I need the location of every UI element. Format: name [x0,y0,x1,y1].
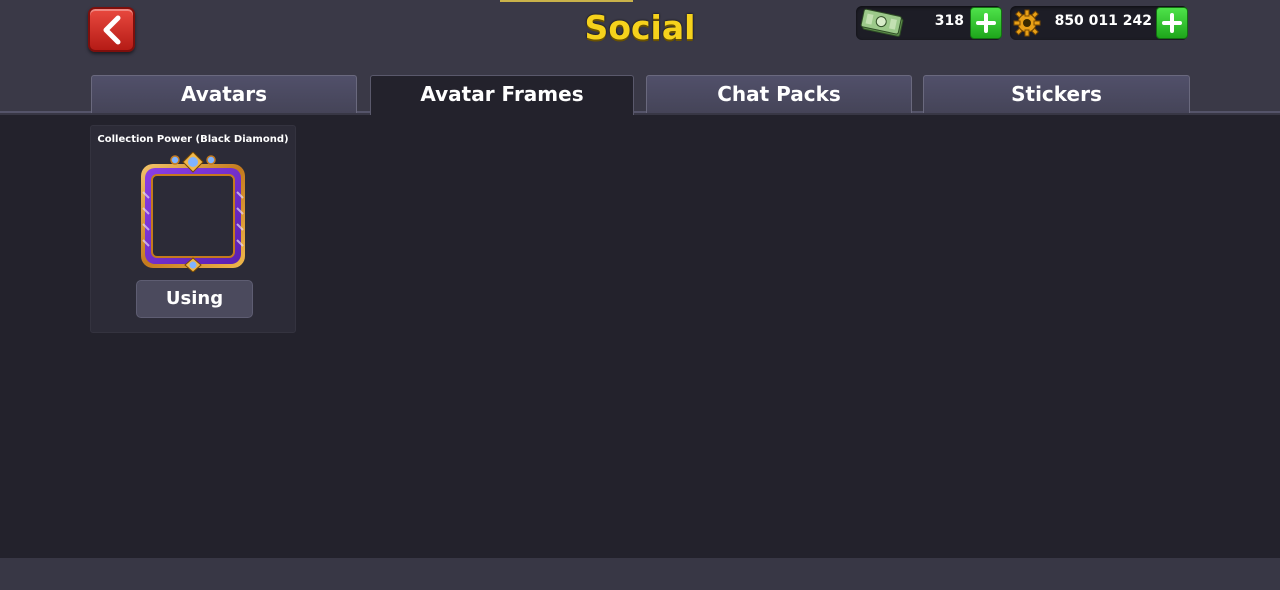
bottom-bar [0,558,1280,590]
add-coins-button[interactable] [1156,7,1188,39]
page-title: Social [584,8,696,47]
tab-avatar-frames[interactable]: Avatar Frames [370,75,634,115]
using-button[interactable]: Using [136,280,253,318]
coin-counter: 850 011 242 [1010,6,1188,40]
coin-gear-icon [1013,9,1041,37]
tab-avatars[interactable]: Avatars [91,75,357,113]
add-cash-button[interactable] [970,7,1002,39]
tab-stickers[interactable]: Stickers [923,75,1190,113]
cash-counter: 318 [856,6,1002,40]
tab-chat-packs[interactable]: Chat Packs [646,75,912,113]
cash-amount: 318 [934,13,964,29]
avatar-frame-icon [141,152,245,272]
plus-icon [1162,13,1182,33]
chevron-left-icon [103,15,120,44]
back-button[interactable] [88,7,135,52]
frame-title: Collection Power (Black Diamond) [97,134,289,145]
top-accent-line [500,0,633,2]
avatar-frame-card[interactable]: Collection Power (Black Diamond) Using [90,125,296,333]
plus-icon [976,13,996,33]
coin-amount: 850 011 242 [1054,13,1152,29]
cash-icon [860,8,904,37]
